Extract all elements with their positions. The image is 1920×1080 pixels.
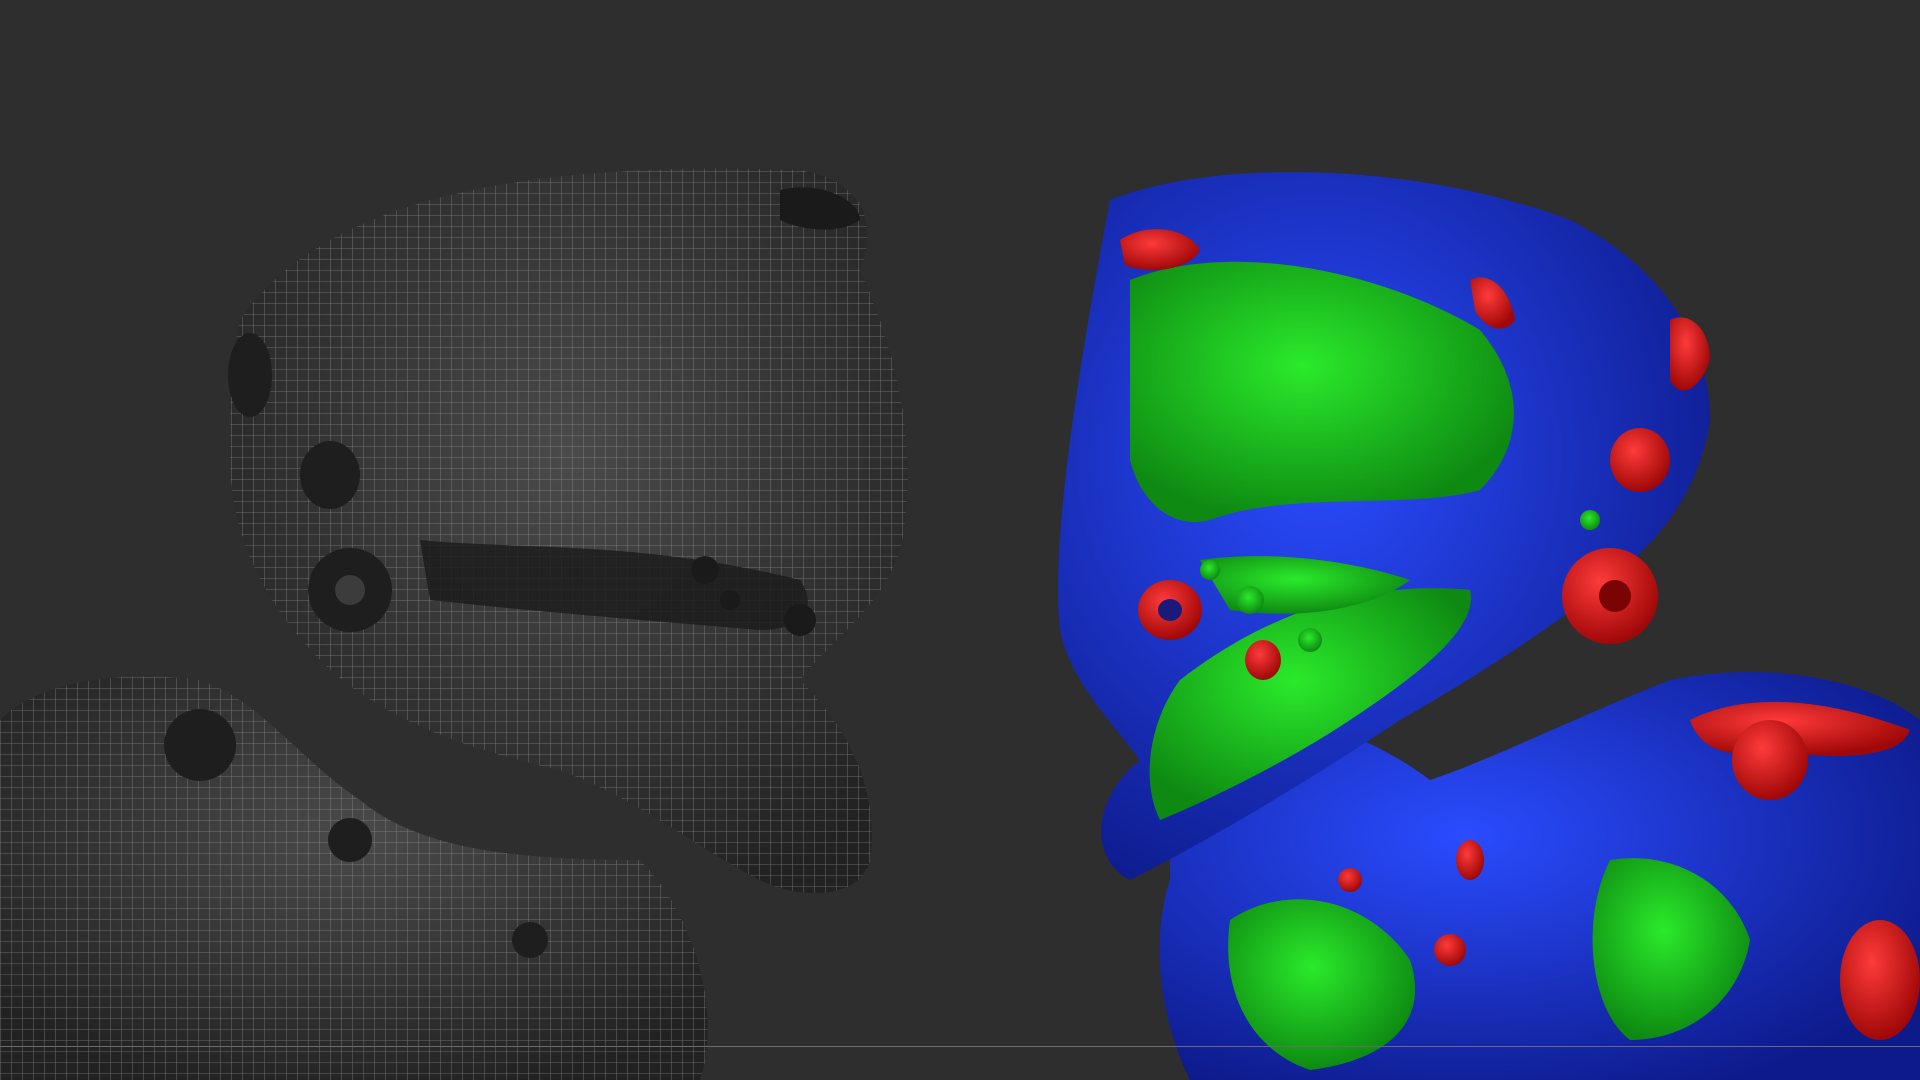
3d-viewport[interactable] [0,0,1920,1080]
timeline-divider [0,1046,1920,1047]
polygroup-head-icon [1058,172,1920,1080]
wireframe-head-icon [0,168,908,1080]
polygroup-head-model[interactable] [1050,160,1920,1080]
wireframe-head-model[interactable] [0,160,920,1080]
